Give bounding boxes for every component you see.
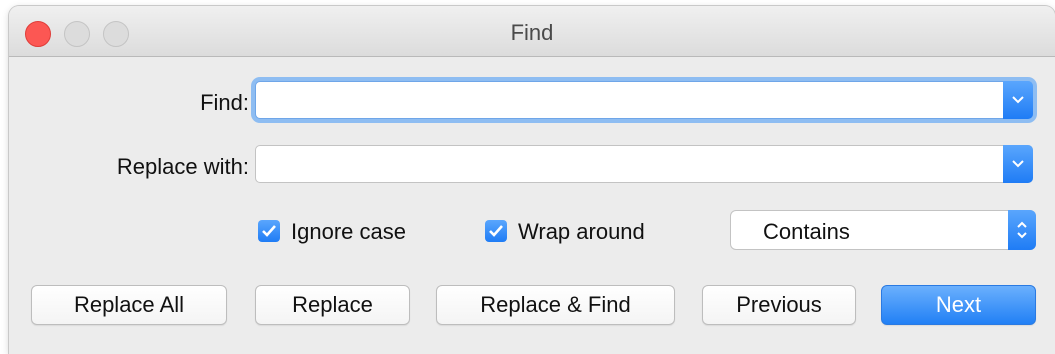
match-mode-value: Contains bbox=[763, 219, 850, 244]
checkmark-icon bbox=[262, 225, 276, 237]
replace-history-dropdown[interactable] bbox=[1003, 145, 1033, 183]
find-history-dropdown[interactable] bbox=[1003, 81, 1033, 119]
next-button[interactable]: Next bbox=[881, 285, 1036, 325]
chevron-down-icon bbox=[1012, 160, 1024, 168]
find-input[interactable] bbox=[264, 88, 988, 114]
wrap-around-label[interactable]: Wrap around bbox=[518, 219, 645, 245]
replace-and-find-button[interactable]: Replace & Find bbox=[436, 285, 675, 325]
ignore-case-label[interactable]: Ignore case bbox=[291, 219, 406, 245]
find-dialog: Find Find: Replace with: Ignore case Wra… bbox=[9, 6, 1055, 354]
ignore-case-checkbox[interactable] bbox=[258, 220, 280, 242]
chevron-down-icon bbox=[1012, 96, 1024, 104]
wrap-around-checkbox[interactable] bbox=[485, 220, 507, 242]
window-title: Find bbox=[510, 20, 554, 45]
match-mode-popup[interactable]: Contains bbox=[730, 210, 1036, 250]
checkmark-icon bbox=[489, 225, 503, 237]
replace-input[interactable] bbox=[264, 152, 988, 178]
find-combo-box[interactable] bbox=[255, 81, 1033, 119]
find-label: Find: bbox=[200, 90, 249, 115]
replace-all-button[interactable]: Replace All bbox=[31, 285, 227, 325]
previous-button[interactable]: Previous bbox=[702, 285, 856, 325]
up-down-chevron-icon bbox=[1008, 210, 1036, 250]
title-bar: Find bbox=[9, 6, 1055, 57]
replace-combo-box[interactable] bbox=[255, 145, 1033, 183]
replace-button[interactable]: Replace bbox=[255, 285, 410, 325]
replace-label: Replace with: bbox=[116, 154, 249, 179]
